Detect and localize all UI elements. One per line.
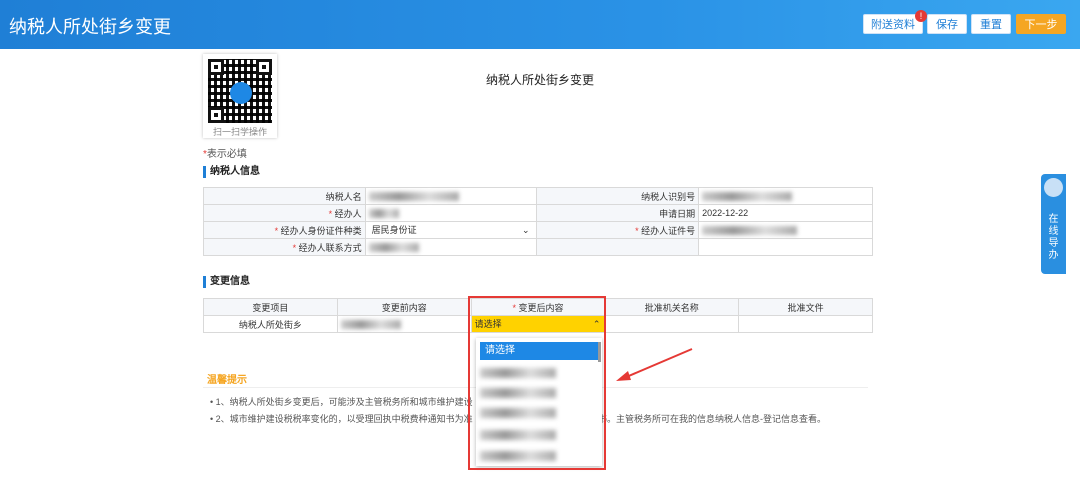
value-contact[interactable] <box>364 238 538 256</box>
annotation-box <box>468 296 606 470</box>
label-tax-id: 纳税人识别号 <box>536 187 700 205</box>
empty-cell <box>698 238 873 256</box>
reset-button[interactable]: 重置 <box>971 14 1011 34</box>
row-item: 纳税人所处街乡 <box>203 315 338 333</box>
empty-cell <box>536 238 700 256</box>
tips-title: 温馨提示 <box>207 375 247 386</box>
label-id-number: * 经办人证件号 <box>536 221 700 239</box>
required-text: 表示必填 <box>206 149 247 160</box>
value-agent[interactable] <box>364 204 538 222</box>
col-item: 变更项目 <box>203 298 338 316</box>
taxpayer-section-title: 纳税人信息 <box>203 166 260 178</box>
required-note: *表示必填 <box>203 145 247 160</box>
col-authority: 批准机关名称 <box>604 298 740 316</box>
next-button[interactable]: 下一步 <box>1016 14 1066 34</box>
qr-corner <box>256 59 272 75</box>
label-agent: * 经办人 <box>203 204 366 222</box>
required-star: * <box>635 225 639 236</box>
qr-corner <box>208 107 224 123</box>
required-star: * <box>328 208 333 219</box>
redacted-value <box>702 192 793 202</box>
save-button[interactable]: 保存 <box>927 14 967 34</box>
row-before <box>336 315 472 333</box>
label-apply-date: 申请日期 <box>536 204 700 222</box>
label-id-type: * 经办人身份证件种类 <box>203 221 366 239</box>
redacted-value <box>702 226 798 236</box>
value-id-number[interactable] <box>698 221 873 239</box>
online-guide-label: 在线导办 <box>1048 214 1059 261</box>
redacted-value <box>340 320 401 330</box>
row-document[interactable] <box>738 315 873 333</box>
chevron-down-icon: ⌄ <box>521 225 530 235</box>
col-before: 变更前内容 <box>336 298 472 316</box>
assistant-avatar-icon <box>1044 178 1063 197</box>
tip-2: • 2、城市维护建设税税率变化的，以受理回执中税费种通知书为准 <box>210 414 473 424</box>
qr-code-card: 扫一扫学操作 <box>203 54 277 138</box>
label-text: 经办人证件号 <box>641 225 696 236</box>
qr-logo-icon <box>230 82 252 104</box>
row-authority[interactable] <box>604 315 740 333</box>
change-section-title: 变更信息 <box>203 276 250 288</box>
annotation-arrow-icon <box>616 348 693 381</box>
tip-2-tail: 书。主管税务所可在我的信息纳税人信息-登记信息查看。 <box>598 414 826 424</box>
attach-badge: ! <box>915 10 927 22</box>
redacted-value <box>368 243 419 253</box>
attach-button[interactable]: 附送资料 <box>863 14 923 34</box>
id-type-value: 居民身份证 <box>371 225 417 235</box>
label-text: 经办人联系方式 <box>298 242 362 253</box>
taxpayer-table: 纳税人名 纳税人识别号 * 经办人 申请日期 2022-12-22 * 经办人身… <box>203 187 873 256</box>
value-tax-id <box>698 187 873 205</box>
required-star: * <box>274 225 279 236</box>
redacted-value <box>368 209 399 219</box>
app-title: 纳税人所处街乡变更 <box>9 17 171 37</box>
required-star: * <box>292 242 297 253</box>
value-name <box>364 187 538 205</box>
qr-corner <box>208 59 224 75</box>
id-type-select[interactable]: 居民身份证 ⌄ <box>364 221 538 239</box>
page-title: 纳税人所处街乡变更 <box>485 73 594 87</box>
label-name: 纳税人名 <box>203 187 366 205</box>
tip-1: • 1、纳税人所处街乡变更后，可能涉及主管税务所和城市维护建设 <box>210 397 473 407</box>
label-text: 经办人身份证件种类 <box>280 225 362 236</box>
label-contact: * 经办人联系方式 <box>203 238 366 256</box>
label-text: 经办人 <box>334 208 362 219</box>
value-apply-date: 2022-12-22 <box>698 204 873 222</box>
online-guide-widget[interactable]: 在线导办 <box>1041 174 1066 274</box>
redacted-value <box>368 192 459 202</box>
qr-caption: 扫一扫学操作 <box>212 127 267 137</box>
col-document: 批准文件 <box>738 298 873 316</box>
